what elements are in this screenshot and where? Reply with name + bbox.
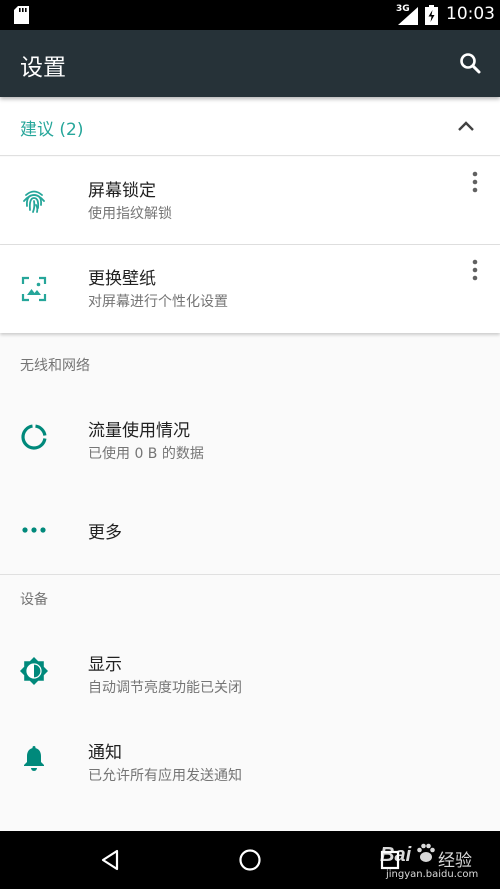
more-options-button[interactable] bbox=[464, 255, 486, 285]
row-title: 显示 bbox=[88, 655, 122, 675]
row-notifications[interactable]: 通知 已允许所有应用发送通知 bbox=[0, 715, 500, 803]
watermark: Bai 经验 jingyan.baidu.com bbox=[380, 836, 498, 886]
row-subtitle: 自动调节亮度功能已关闭 bbox=[88, 680, 242, 696]
clock: 10:03 bbox=[446, 4, 495, 24]
home-icon bbox=[239, 849, 261, 871]
more-vert-icon bbox=[472, 259, 478, 281]
settings-list[interactable]: 建议 (2) 屏幕锁定 使用指纹解锁 更换壁纸 对屏幕进行个性化设置 无线和网络… bbox=[0, 97, 500, 831]
row-title: 流量使用情况 bbox=[88, 421, 190, 441]
watermark-text: 经验 bbox=[438, 851, 472, 871]
paw-icon bbox=[417, 843, 435, 862]
back-button[interactable] bbox=[92, 842, 128, 878]
fingerprint-icon bbox=[18, 185, 50, 217]
more-options-button[interactable] bbox=[464, 167, 486, 197]
battery-icon bbox=[425, 5, 438, 25]
row-title: 更多 bbox=[88, 523, 122, 543]
row-display[interactable]: 显示 自动调节亮度功能已关闭 bbox=[0, 627, 500, 715]
suggestion-title: 屏幕锁定 bbox=[88, 181, 156, 201]
watermark-url: jingyan.baidu.com bbox=[386, 869, 479, 880]
suggestions-header[interactable]: 建议 (2) bbox=[0, 97, 500, 156]
bell-icon bbox=[18, 743, 50, 775]
suggestions-title: 建议 (2) bbox=[20, 120, 84, 140]
search-icon bbox=[460, 53, 481, 74]
page-title: 设置 bbox=[20, 55, 66, 81]
section-divider bbox=[0, 574, 500, 575]
row-subtitle: 已使用 0 B 的数据 bbox=[88, 446, 204, 462]
wallpaper-icon bbox=[18, 273, 50, 305]
data-usage-icon bbox=[18, 421, 50, 453]
signal-icon bbox=[398, 7, 418, 25]
back-icon bbox=[101, 849, 119, 871]
section-header-wireless: 无线和网络 bbox=[20, 358, 90, 374]
row-more[interactable]: 更多 bbox=[0, 487, 500, 575]
row-subtitle: 已允许所有应用发送通知 bbox=[88, 768, 242, 784]
chevron-up-icon bbox=[458, 121, 474, 131]
sd-card-icon bbox=[14, 6, 29, 24]
row-data-usage[interactable]: 流量使用情况 已使用 0 B 的数据 bbox=[0, 393, 500, 481]
app-bar: 设置 bbox=[0, 30, 500, 97]
suggestion-wallpaper[interactable]: 更换壁纸 对屏幕进行个性化设置 bbox=[0, 245, 500, 333]
search-button[interactable] bbox=[452, 45, 488, 81]
home-button[interactable] bbox=[232, 842, 268, 878]
row-title: 通知 bbox=[88, 743, 122, 763]
suggestion-title: 更换壁纸 bbox=[88, 269, 156, 289]
suggestion-subtitle: 使用指纹解锁 bbox=[88, 206, 172, 222]
status-bar: 3G 10:03 bbox=[0, 0, 500, 30]
brightness-icon bbox=[18, 655, 50, 687]
suggestion-screen-lock[interactable]: 屏幕锁定 使用指纹解锁 bbox=[0, 157, 500, 245]
more-horiz-icon bbox=[18, 514, 50, 546]
watermark-brand: Bai bbox=[380, 844, 412, 866]
section-header-device: 设备 bbox=[20, 592, 48, 608]
collapse-suggestions-button[interactable] bbox=[450, 111, 482, 143]
suggestion-subtitle: 对屏幕进行个性化设置 bbox=[88, 294, 228, 310]
more-vert-icon bbox=[472, 171, 478, 193]
